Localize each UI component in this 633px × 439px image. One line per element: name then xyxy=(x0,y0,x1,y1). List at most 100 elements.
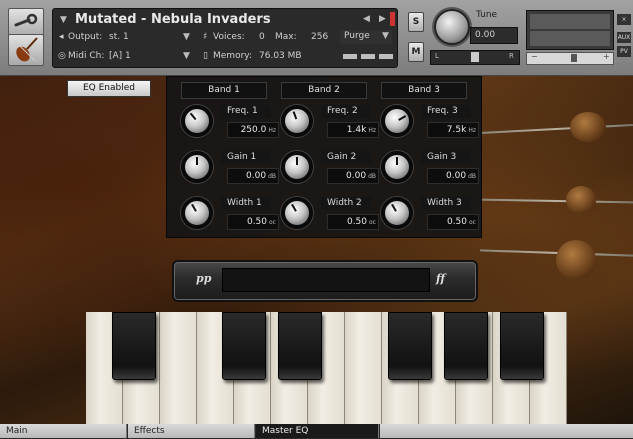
velocity-bar: pp ff xyxy=(172,260,478,302)
output-label: Output: xyxy=(68,32,103,42)
tab-effects[interactable]: Effects xyxy=(128,424,255,438)
black-key[interactable] xyxy=(388,312,432,380)
mute-button[interactable]: M xyxy=(408,42,424,62)
tune-label: Tune xyxy=(476,10,498,20)
pv-button[interactable]: PV xyxy=(617,46,631,57)
purge-dropdown[interactable]: Purge ▼ xyxy=(340,30,392,44)
band-3-freq-knob[interactable] xyxy=(381,105,413,137)
band-2-width-knob[interactable] xyxy=(281,197,313,229)
violin-icon xyxy=(14,37,38,62)
band-3-freq-label: Freq. 3 xyxy=(421,105,471,118)
eq-enabled-button[interactable]: EQ Enabled xyxy=(67,80,151,97)
tuning-peg-icon xyxy=(570,112,606,142)
midi-dropdown-arrow[interactable]: ▼ xyxy=(183,51,190,61)
close-instrument-icon[interactable]: × xyxy=(617,14,631,25)
band-1-width-value[interactable]: 0.50 oc xyxy=(227,214,279,230)
volume-plus-icon: + xyxy=(603,52,610,61)
band-1-title: Band 1 xyxy=(181,82,267,99)
level-meter xyxy=(526,10,614,50)
band-1-freq-value[interactable]: 250.0 Hz xyxy=(227,122,279,138)
instrument-name[interactable]: Mutated - Nebula Invaders xyxy=(75,12,271,27)
purge-dropdown-arrow: ▼ xyxy=(382,31,389,41)
black-key[interactable] xyxy=(444,312,488,380)
eq-panel: Band 1 Freq. 1 250.0 Hz Gain 1 0.00 dB Width 1 0… xyxy=(166,76,482,238)
black-key[interactable] xyxy=(278,312,322,380)
wrench-icon xyxy=(14,13,38,27)
band-2-gain-value[interactable]: 0.00 dB xyxy=(327,168,379,184)
white-key[interactable] xyxy=(160,312,197,424)
band-3-gain-value[interactable]: 0.00 dB xyxy=(427,168,479,184)
close-icon[interactable] xyxy=(390,12,395,26)
volume-slider[interactable]: − + xyxy=(526,52,614,65)
speaker-icon: ◂ xyxy=(59,32,64,42)
view-option-1[interactable] xyxy=(343,54,357,59)
midi-channel-label: Midi Ch: xyxy=(68,51,105,61)
string-decoration xyxy=(479,198,633,204)
tab-empty xyxy=(380,424,633,438)
tune-value: 0.00 xyxy=(475,30,496,40)
instrument-menu-arrow[interactable]: ▼ xyxy=(60,15,67,25)
string-decoration xyxy=(480,123,633,135)
band-2-freq-value[interactable]: 1.4k Hz xyxy=(327,122,379,138)
tune-knob[interactable] xyxy=(434,9,470,45)
solo-button[interactable]: S xyxy=(408,12,424,32)
velocity-display xyxy=(222,268,430,292)
voices-label: Voices: xyxy=(213,32,245,42)
max-voices-value[interactable]: 256 xyxy=(311,32,328,42)
meter-right-channel xyxy=(530,31,610,46)
band-1-gain-knob[interactable] xyxy=(181,151,213,183)
white-key[interactable] xyxy=(345,312,382,424)
memory-icon: ▯ xyxy=(203,51,208,61)
band-1-freq-knob[interactable] xyxy=(181,105,213,137)
band-2-width-label: Width 2 xyxy=(321,197,371,210)
aux-button[interactable]: AUX xyxy=(617,32,631,43)
band-2-gain-knob[interactable] xyxy=(281,151,313,183)
purge-label: Purge xyxy=(344,31,370,41)
band-1-width-knob[interactable] xyxy=(181,197,213,229)
instrument-main-panel: EQ Enabled Band 1 Freq. 1 250.0 Hz Gain 1 0.0… xyxy=(0,76,633,424)
instrument-header: ▼ Mutated - Nebula Invaders ◀ ▶ ◂ Output… xyxy=(0,0,633,76)
black-key[interactable] xyxy=(112,312,156,380)
view-option-2[interactable] xyxy=(361,54,375,59)
band-3-width-knob[interactable] xyxy=(381,197,413,229)
max-label: Max: xyxy=(275,32,297,42)
band-3-width-label: Width 3 xyxy=(421,197,471,210)
prev-instrument-arrow[interactable]: ◀ xyxy=(363,14,370,24)
keyboard xyxy=(86,312,567,424)
band-3-width-value[interactable]: 0.50 oc xyxy=(427,214,479,230)
midi-icon: ◎ xyxy=(58,51,66,61)
meter-left-channel xyxy=(530,14,610,29)
next-instrument-arrow[interactable]: ▶ xyxy=(379,14,386,24)
tab-master-eq[interactable]: Master EQ xyxy=(256,424,379,438)
instrument-icon-button[interactable] xyxy=(8,34,44,66)
band-3-gain-knob[interactable] xyxy=(381,151,413,183)
band-2-width-value[interactable]: 0.50 oc xyxy=(327,214,379,230)
velocity-low-label: pp xyxy=(196,272,212,285)
band-1-gain-label: Gain 1 xyxy=(221,151,271,164)
band-2-freq-knob[interactable] xyxy=(281,105,313,137)
tab-main[interactable]: Main xyxy=(0,424,127,438)
memory-value: 76.03 MB xyxy=(259,51,302,61)
black-key[interactable] xyxy=(500,312,544,380)
memory-label: Memory: xyxy=(213,51,252,61)
band-1-gain-value[interactable]: 0.00 dB xyxy=(227,168,279,184)
band-1-freq-label: Freq. 1 xyxy=(221,105,271,118)
pan-slider[interactable]: L R xyxy=(430,50,520,65)
band-1-width-label: Width 1 xyxy=(221,197,271,210)
tuning-peg-icon xyxy=(566,186,596,214)
output-dropdown-arrow[interactable]: ▼ xyxy=(183,32,190,42)
volume-handle[interactable] xyxy=(571,54,577,62)
voices-icon: ♯ xyxy=(203,32,208,42)
band-2-freq-label: Freq. 2 xyxy=(321,105,371,118)
view-option-3[interactable] xyxy=(379,54,393,59)
midi-channel-value[interactable]: [A] 1 xyxy=(109,51,131,61)
output-value[interactable]: st. 1 xyxy=(109,32,129,42)
band-2-gain-label: Gain 2 xyxy=(321,151,371,164)
band-3-freq-value[interactable]: 7.5k Hz xyxy=(427,122,479,138)
instrument-info-panel: ▼ Mutated - Nebula Invaders ◀ ▶ ◂ Output… xyxy=(52,8,398,68)
pan-handle[interactable] xyxy=(471,52,479,62)
tune-value-field[interactable]: 0.00 xyxy=(470,27,518,44)
band-3-title: Band 3 xyxy=(381,82,467,99)
pan-left-label: L xyxy=(435,52,439,60)
black-key[interactable] xyxy=(222,312,266,380)
